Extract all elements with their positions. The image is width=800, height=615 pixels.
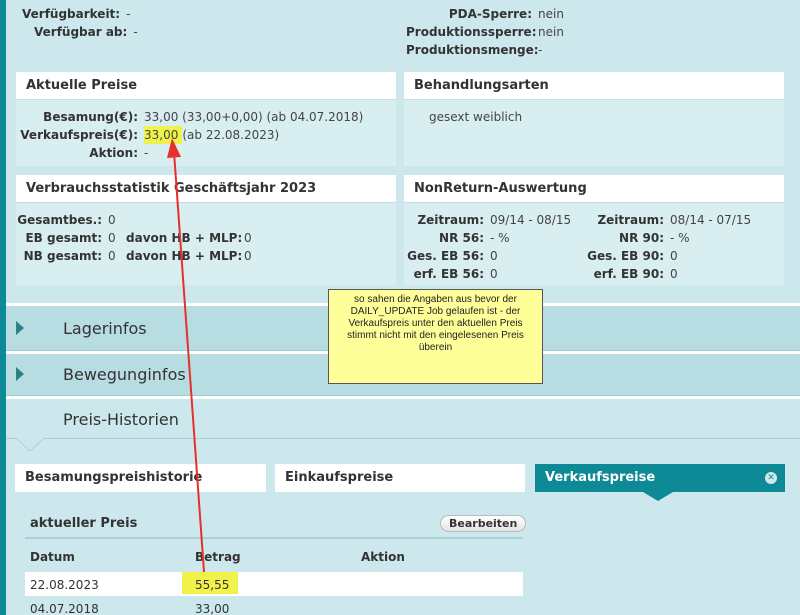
annotation-note: so sahen die Angaben aus bevor der DAILY… bbox=[328, 289, 543, 384]
annotation-note-text: so sahen die Angaben aus bevor der DAILY… bbox=[347, 294, 524, 353]
